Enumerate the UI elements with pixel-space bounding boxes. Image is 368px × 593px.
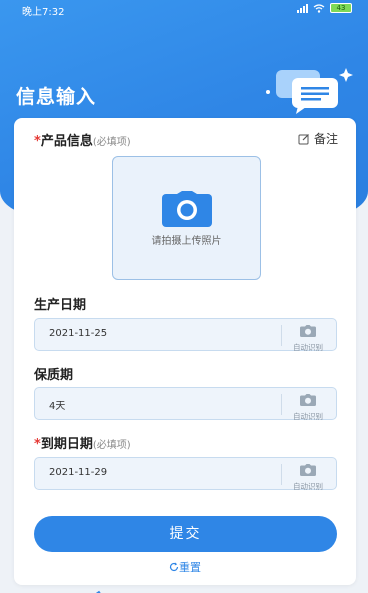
product-info-label: *产品信息(必填项)	[34, 134, 131, 149]
battery-icon: 43	[330, 3, 352, 13]
shelf-life-ocr-button[interactable]: 自动识别	[284, 391, 332, 422]
status-bar: 晚上7:32 43	[0, 0, 368, 20]
reset-button[interactable]: 重置	[14, 559, 356, 575]
camera-icon	[162, 191, 212, 227]
shelf-life-field[interactable]: 4天 自动识别	[34, 387, 337, 422]
field-divider	[281, 325, 282, 346]
status-icons: 43	[297, 3, 352, 13]
ocr-label: 自动识别	[293, 412, 323, 421]
photo-upload-area[interactable]: 请拍摄上传照片	[112, 156, 261, 280]
note-button[interactable]: 备注	[298, 130, 338, 147]
submit-button[interactable]: 提交	[34, 516, 337, 552]
wifi-icon	[313, 3, 325, 13]
refresh-icon	[169, 562, 179, 572]
production-date-label: 生产日期	[34, 298, 87, 313]
field-divider	[281, 464, 282, 485]
edit-icon	[298, 133, 309, 144]
chat-bubble-icon	[266, 68, 353, 114]
shelf-life-value: 4天	[49, 401, 66, 412]
expiry-date-label: *到期日期(必填项)	[34, 437, 131, 452]
signal-icon	[297, 3, 308, 13]
field-divider	[281, 394, 282, 415]
page-title: 信息输入	[16, 86, 97, 108]
expiry-date-field[interactable]: 2021-11-29 自动识别	[34, 457, 337, 492]
camera-icon	[300, 325, 316, 337]
production-date-ocr-button[interactable]: 自动识别	[284, 322, 332, 353]
camera-icon	[300, 394, 316, 406]
bottom-nav-peek	[0, 584, 368, 593]
expiry-date-ocr-button[interactable]: 自动识别	[284, 461, 332, 492]
production-date-field[interactable]: 2021-11-25 自动识别	[34, 318, 337, 353]
shelf-life-label: 保质期	[34, 368, 74, 383]
production-date-value: 2021-11-25	[49, 328, 108, 339]
status-time: 晚上7:32	[22, 7, 65, 18]
expiry-date-value: 2021-11-29	[49, 467, 108, 478]
ocr-label: 自动识别	[293, 343, 323, 352]
ocr-label: 自动识别	[293, 482, 323, 491]
form-card: *产品信息(必填项) 备注 请拍摄上传照片 生产日期 2021-11-25 自动…	[14, 118, 356, 585]
upload-hint-text: 请拍摄上传照片	[151, 236, 222, 247]
camera-icon	[300, 464, 316, 476]
